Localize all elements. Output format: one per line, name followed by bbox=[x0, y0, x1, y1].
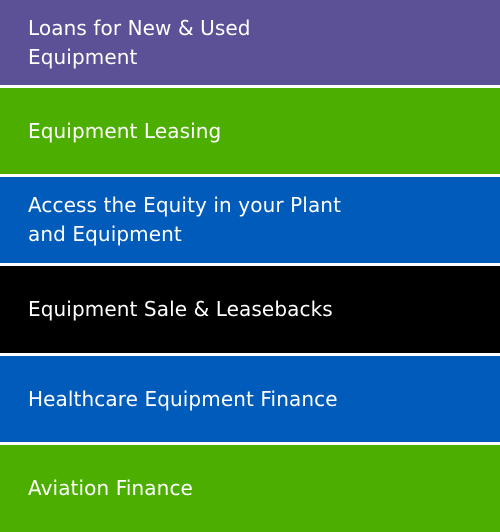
menu-tile-label: Healthcare Equipment Finance bbox=[28, 386, 338, 411]
menu-tile-label: Aviation Finance bbox=[28, 476, 193, 500]
menu-tile-sale-leasebacks[interactable]: Equipment Sale & Leasebacks bbox=[0, 266, 500, 356]
menu-tile-label: Equipment Sale & Leasebacks bbox=[28, 297, 333, 321]
menu-tile-loans-new-used-equipment[interactable]: Loans for New & Used Equipment bbox=[0, 0, 500, 88]
menu-tile-label: Equipment Leasing bbox=[28, 118, 222, 143]
finance-services-menu: Loans for New & Used Equipment Equipment… bbox=[0, 0, 500, 532]
menu-tile-label: Loans for New & Used Equipment bbox=[28, 15, 251, 69]
menu-tile-equipment-leasing[interactable]: Equipment Leasing bbox=[0, 88, 500, 177]
menu-tile-aviation-finance[interactable]: Aviation Finance bbox=[0, 445, 500, 532]
menu-tile-healthcare-equipment-finance[interactable]: Healthcare Equipment Finance bbox=[0, 356, 500, 445]
menu-tile-access-equity[interactable]: Access the Equity in your Plant and Equi… bbox=[0, 177, 500, 266]
menu-tile-label: Access the Equity in your Plant and Equi… bbox=[28, 193, 342, 246]
